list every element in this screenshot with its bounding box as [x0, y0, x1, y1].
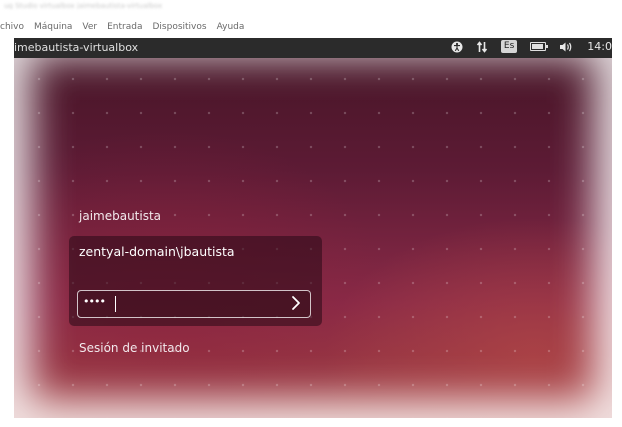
clock[interactable]: 14:0	[587, 40, 612, 53]
indicator-area: Es 14:0	[451, 40, 612, 53]
selected-user-label: zentyal-domain\jbautista	[79, 244, 235, 259]
accessibility-icon[interactable]	[451, 41, 463, 53]
password-input[interactable]: ••••	[77, 290, 311, 318]
guest-session-entry[interactable]: Sesión de invitado	[79, 341, 190, 355]
menu-ayuda[interactable]: Ayuda	[217, 22, 245, 36]
menu-dispositivos[interactable]: Dispositivos	[153, 22, 207, 36]
login-submit-arrow-icon[interactable]	[286, 292, 306, 314]
text-caret	[115, 296, 116, 312]
menu-maquina[interactable]: Máquina	[34, 22, 72, 36]
menu-ver[interactable]: Ver	[82, 22, 97, 36]
top-panel: imebautista-virtualbox Es 14:0	[14, 38, 612, 58]
menu-entrada[interactable]: Entrada	[107, 22, 142, 36]
network-icon[interactable]	[476, 40, 488, 53]
battery-icon[interactable]	[530, 42, 549, 51]
window-title-bar: ug Studio virtualbox jaimebautista-virtu…	[4, 2, 163, 9]
keyboard-language-indicator[interactable]: Es	[500, 40, 518, 53]
menu-archivo[interactable]: chivo	[0, 22, 24, 36]
volume-icon[interactable]	[559, 41, 574, 53]
user-entry-jaimebautista[interactable]: jaimebautista	[79, 209, 161, 223]
login-card: zentyal-domain\jbautista ••••	[69, 236, 322, 326]
vm-screen: imebautista-virtualbox Es 14:0 jaimebaut…	[14, 38, 612, 418]
vm-menubar: chivo Máquina Ver Entrada Dispositivos A…	[0, 22, 244, 36]
password-mask: ••••	[83, 295, 106, 308]
hostname-label: imebautista-virtualbox	[14, 41, 139, 54]
